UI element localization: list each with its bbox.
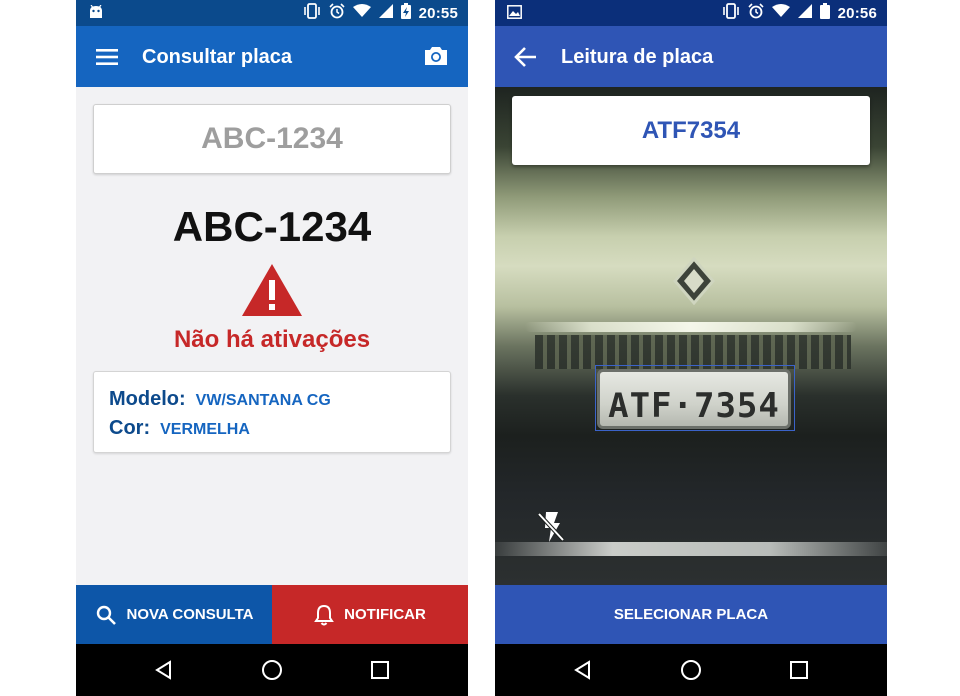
wifi-icon xyxy=(771,4,790,22)
system-nav-bar xyxy=(76,644,468,696)
app-bar: Consultar placa xyxy=(76,26,468,87)
notify-label: NOTIFICAR xyxy=(344,606,426,623)
select-plate-label: SELECIONAR PLACA xyxy=(613,606,769,623)
battery-icon xyxy=(819,3,830,23)
status-bar: 20:56 xyxy=(495,0,887,26)
plate-detection-box xyxy=(595,365,795,431)
search-icon xyxy=(96,605,116,625)
nav-recents-button[interactable] xyxy=(787,658,811,682)
back-arrow-icon xyxy=(514,47,536,67)
android-icon xyxy=(88,4,104,23)
model-row: Modelo: VW/SANTANA CG xyxy=(109,388,331,411)
nav-back-button[interactable] xyxy=(152,658,176,682)
car-logo xyxy=(673,257,715,305)
page-title: Leitura de placa xyxy=(561,46,714,68)
alarm-icon xyxy=(329,3,345,23)
plate-number-display: ABC-1234 xyxy=(172,203,372,250)
back-triangle-icon xyxy=(574,660,590,680)
phone-leitura-de-placa: 20:56 Leitura de placa ATF·7354 ATF7354 … xyxy=(495,0,887,696)
image-icon xyxy=(507,5,522,23)
color-label: Cor: xyxy=(109,417,151,439)
recognized-plate-card[interactable]: ATF7354 xyxy=(512,96,870,165)
status-clock: 20:56 xyxy=(837,4,877,22)
model-label: Modelo: xyxy=(109,388,186,410)
system-nav-bar xyxy=(495,644,887,696)
bell-icon xyxy=(314,604,335,625)
menu-button[interactable] xyxy=(93,43,121,71)
nav-home-button[interactable] xyxy=(679,658,703,682)
flash-toggle-button[interactable] xyxy=(535,509,567,545)
new-query-button[interactable]: NOVA CONSULTA xyxy=(76,585,272,644)
new-query-label: NOVA CONSULTA xyxy=(126,606,254,623)
signal-icon xyxy=(378,4,393,22)
car-grille xyxy=(535,335,851,369)
select-plate-button[interactable]: SELECIONAR PLACA xyxy=(495,585,887,644)
wifi-icon xyxy=(352,4,371,22)
app-bar: Leitura de placa xyxy=(495,26,887,87)
status-bar: 20:55 xyxy=(76,0,468,26)
recents-square-icon xyxy=(790,661,808,679)
camera-icon xyxy=(425,47,447,65)
back-button[interactable] xyxy=(512,43,540,71)
nav-back-button[interactable] xyxy=(571,658,595,682)
page-title: Consultar placa xyxy=(142,46,293,68)
color-row: Cor: VERMELHA xyxy=(109,417,250,440)
warning-icon xyxy=(242,264,302,316)
vehicle-info-card: Modelo: VW/SANTANA CG Cor: VERMELHA xyxy=(93,371,451,453)
flash-off-icon xyxy=(537,512,565,542)
color-value: VERMELHA xyxy=(160,421,250,438)
menu-icon xyxy=(96,49,118,65)
vibrate-icon xyxy=(303,3,321,23)
bumper-highlight xyxy=(525,322,857,332)
recents-square-icon xyxy=(371,661,389,679)
status-clock: 20:55 xyxy=(418,4,458,22)
plate-search-input[interactable] xyxy=(93,104,451,174)
home-circle-icon xyxy=(262,660,282,680)
recognized-plate-text: ATF7354 xyxy=(641,116,741,144)
notify-button[interactable]: NOTIFICAR xyxy=(272,585,468,644)
back-triangle-icon xyxy=(155,660,171,680)
nav-recents-button[interactable] xyxy=(368,658,392,682)
battery-charging-icon xyxy=(400,3,411,23)
nav-home-button[interactable] xyxy=(260,658,284,682)
camera-button[interactable] xyxy=(422,42,450,70)
model-value: VW/SANTANA CG xyxy=(195,392,331,409)
vibrate-icon xyxy=(722,3,740,23)
phone-consultar-placa: 20:55 Consultar placa ABC-1234 Não há at… xyxy=(76,0,468,696)
signal-icon xyxy=(797,4,812,22)
home-circle-icon xyxy=(681,660,701,680)
activation-status: Não há ativações xyxy=(173,326,371,353)
alarm-icon xyxy=(748,3,764,23)
